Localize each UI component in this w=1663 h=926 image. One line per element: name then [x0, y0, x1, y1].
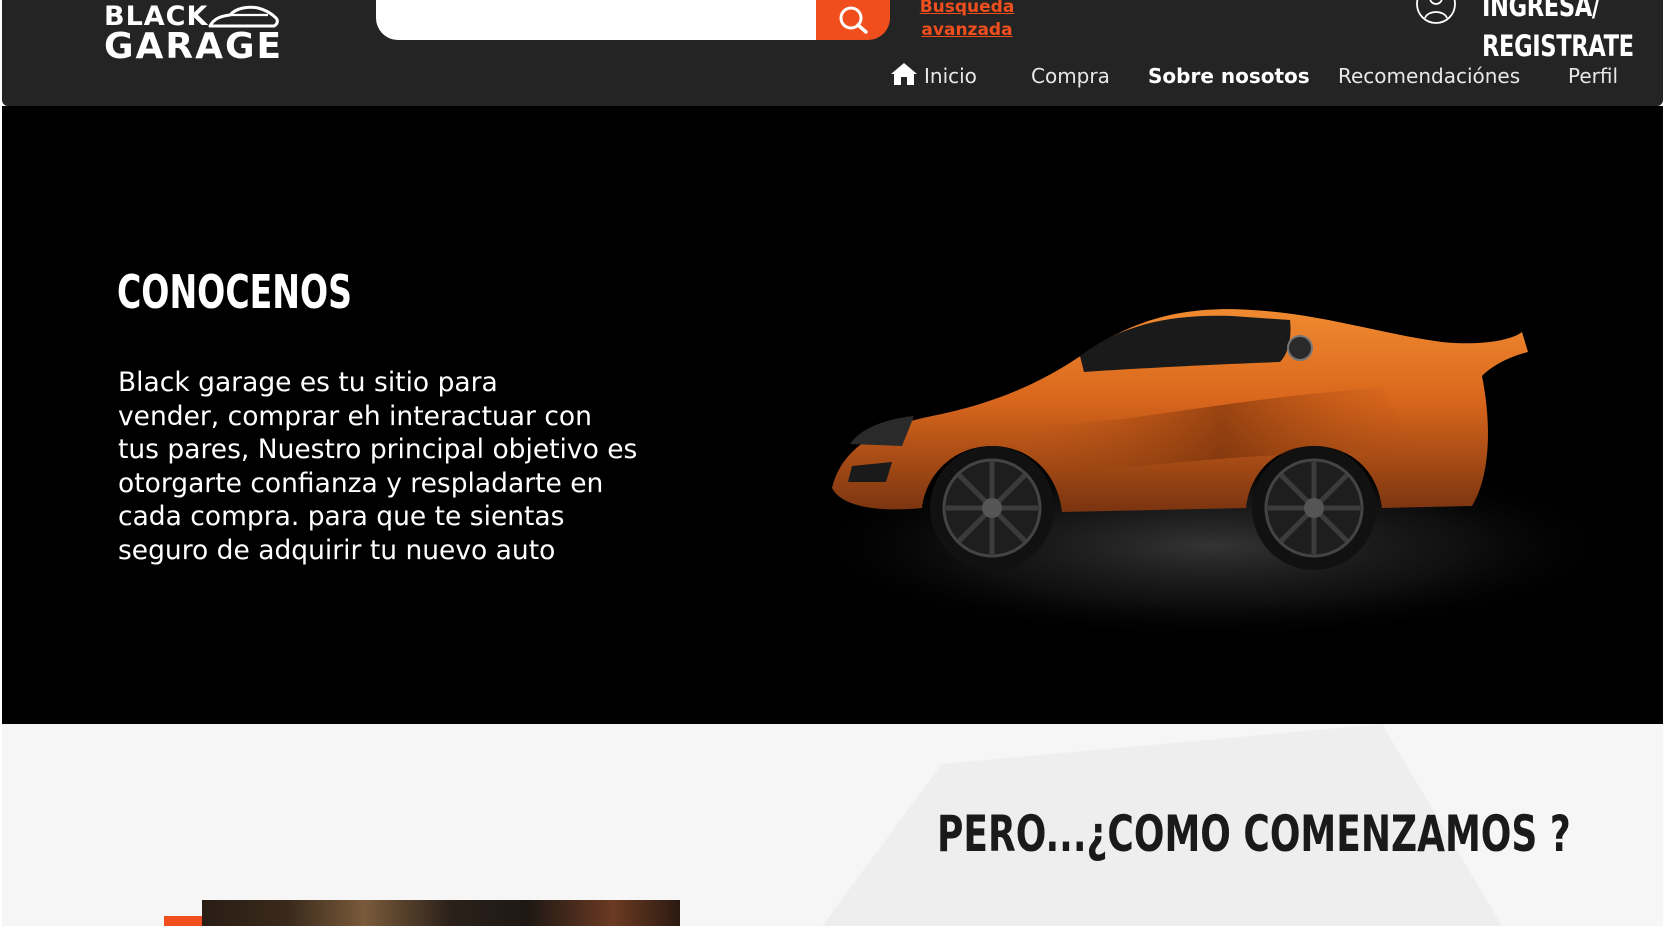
history-section: PERO...¿COMO COMENZAMOS ?: [2, 724, 1663, 926]
nav-item-perfil[interactable]: Perfil: [1568, 60, 1618, 92]
login-register-link[interactable]: INGRESA/ REGISTRATE: [1482, 0, 1634, 66]
site-header: BLACK GARAGE Busqueda avanzada INGRESA/ …: [2, 0, 1663, 106]
hero-text-line: seguro de adquirir tu nuevo auto: [118, 534, 556, 566]
page: BLACK GARAGE Busqueda avanzada INGRESA/ …: [0, 0, 1663, 926]
hero-title: CONOCENOS: [117, 265, 353, 319]
hero-text-line: cada compra. para que te sientas: [118, 501, 565, 532]
history-photo: [202, 900, 680, 926]
login-text: INGRESA/: [1482, 0, 1600, 23]
orange-sports-car-image: [822, 309, 1602, 641]
search-input[interactable]: [376, 0, 822, 40]
user-icon[interactable]: [1416, 0, 1456, 28]
logo-text-garage: GARAGE: [104, 26, 284, 67]
hero-text-line: vender, comprar eh interactuar con: [118, 400, 592, 432]
nav-item-recomendaciones[interactable]: Recomendaciónes: [1338, 60, 1520, 92]
advanced-search-link[interactable]: Busqueda avanzada: [912, 0, 1022, 42]
hero-description: Black garage es tu sitio para vender, co…: [118, 366, 678, 567]
nav-label-inicio: Inicio: [924, 64, 977, 88]
search-icon: [839, 6, 868, 34]
advanced-search-line2: avanzada: [921, 20, 1013, 40]
search-bar: [376, 0, 890, 40]
home-icon: [891, 63, 917, 85]
hero-text-line: Black garage es tu sitio para: [118, 367, 498, 398]
nav-item-compra[interactable]: Compra: [1031, 60, 1110, 92]
search-button[interactable]: [816, 0, 890, 40]
car-outline-icon: [208, 5, 279, 28]
hero-text-line: tus pares, Nuestro principal objetivo es: [118, 434, 638, 465]
section-title: PERO...¿COMO COMENZAMOS ?: [937, 805, 1571, 863]
advanced-search-line1: Busqueda: [919, 0, 1015, 17]
nav-item-sobre-nosotos[interactable]: Sobre nosotos: [1148, 60, 1310, 92]
orange-accent-block: [164, 916, 204, 926]
hero-text-line: otorgarte confianza y respladarte en: [118, 467, 604, 499]
about-hero-section: CONOCENOS Black garage es tu sitio para …: [2, 106, 1663, 724]
logo[interactable]: BLACK GARAGE: [104, 0, 284, 70]
nav-item-inicio[interactable]: Inicio: [890, 60, 977, 92]
